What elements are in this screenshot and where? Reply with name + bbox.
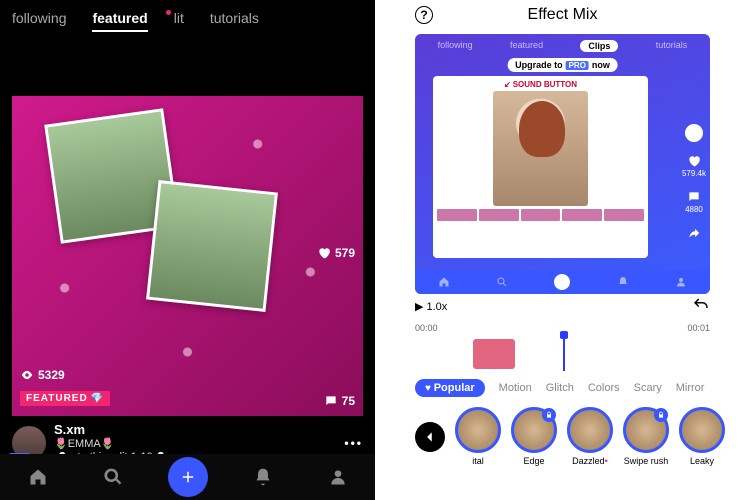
nav-add[interactable] <box>168 457 208 497</box>
username[interactable]: S.xm <box>54 422 336 437</box>
tab-featured[interactable]: featured <box>92 10 147 32</box>
chevron-left-icon <box>423 430 437 444</box>
category-glitch[interactable]: Glitch <box>546 382 574 394</box>
lock-icon <box>654 408 668 422</box>
views-count: 5329 <box>20 368 65 382</box>
upgrade-pill[interactable]: Upgrade to PRO now <box>507 58 618 72</box>
effect-item[interactable]: Edge <box>511 407 557 466</box>
editor-header: ? Effect Mix <box>375 0 750 30</box>
caption-line: 🌷EMMA🌷 <box>54 437 336 450</box>
category-scary[interactable]: Scary <box>634 382 662 394</box>
bottom-nav <box>0 454 375 500</box>
plus-icon <box>554 274 570 290</box>
heart-icon <box>687 154 701 168</box>
editor-screen: ? Effect Mix following featured Clips tu… <box>375 0 750 500</box>
tab-lit[interactable]: lit <box>174 10 184 32</box>
heart-icon <box>317 246 331 260</box>
featured-badge: FEATURED💎 <box>20 391 110 406</box>
sound-button-label: SOUND BUTTON <box>433 76 648 91</box>
eye-icon <box>20 368 34 382</box>
nav-activity[interactable] <box>243 457 283 497</box>
undo-button[interactable] <box>692 296 710 317</box>
bell-icon <box>617 276 629 288</box>
nav-search[interactable] <box>93 457 133 497</box>
feed-post[interactable]: 5329 579 75 FEATURED💎 <box>12 96 363 416</box>
preview-share <box>687 226 701 240</box>
nav-profile[interactable] <box>318 457 358 497</box>
top-tabs: following featured lit tutorials <box>0 0 375 38</box>
effect-item[interactable]: ital <box>455 407 501 466</box>
more-button[interactable]: ••• <box>344 436 363 450</box>
plus-icon <box>179 468 197 486</box>
person-icon <box>328 467 348 487</box>
feed-screen: following featured lit tutorials 5329 57… <box>0 0 375 500</box>
effect-item[interactable]: Swipe rush <box>623 407 669 466</box>
home-icon <box>438 276 450 288</box>
undo-icon <box>692 296 710 314</box>
category-mirror[interactable]: Mirror <box>676 382 705 394</box>
playhead[interactable] <box>563 335 565 371</box>
person-icon <box>675 276 687 288</box>
preview-comments: 4880 <box>685 190 703 214</box>
preview-mini-tabs: following featured Clips tutorials <box>415 34 710 58</box>
category-motion[interactable]: Motion <box>499 382 532 394</box>
tab-following[interactable]: following <box>12 10 66 32</box>
effect-item[interactable]: Dazzled• <box>567 407 613 466</box>
category-popular[interactable]: Popular <box>415 379 485 397</box>
effect-item[interactable]: Leaky <box>679 407 725 466</box>
search-icon <box>496 276 508 288</box>
comments-count: 75 <box>324 394 355 408</box>
timeline[interactable]: 00:0000:01 <box>415 323 710 373</box>
likes-count: 579 <box>317 246 355 260</box>
preview-video-frame <box>493 91 588 206</box>
effect-list: ital Edge Dazzled• Swipe rush Leaky <box>375 401 750 472</box>
preview-metrics: 579.4k 4880 <box>682 124 706 240</box>
lock-icon <box>542 408 556 422</box>
notification-dot <box>166 10 171 15</box>
effect-categories: Popular Motion Glitch Colors Scary Mirro… <box>375 373 750 401</box>
preview-likes: 579.4k <box>682 154 706 178</box>
share-icon <box>687 226 701 240</box>
category-colors[interactable]: Colors <box>588 382 620 394</box>
preview-card: SOUND BUTTON <box>433 76 648 258</box>
search-icon <box>103 467 123 487</box>
playback-controls: ▶ 1.0x <box>375 294 750 319</box>
preview-mini-nav <box>415 270 710 294</box>
effects-back-button[interactable] <box>415 422 445 452</box>
bell-icon <box>253 467 273 487</box>
nav-home[interactable] <box>18 457 58 497</box>
comment-icon <box>324 394 338 408</box>
preview-thumbnails <box>433 206 648 224</box>
collage-photo <box>146 180 278 312</box>
preview-avatar <box>685 124 703 142</box>
speed-button[interactable]: ▶ 1.0x <box>415 300 447 313</box>
editor-title: Effect Mix <box>528 6 598 24</box>
preview-canvas[interactable]: following featured Clips tutorials Upgra… <box>415 34 710 294</box>
tab-tutorials[interactable]: tutorials <box>210 10 259 32</box>
home-icon <box>28 467 48 487</box>
help-button[interactable]: ? <box>415 6 433 24</box>
timeline-clip[interactable] <box>473 339 515 369</box>
comment-icon <box>687 190 701 204</box>
